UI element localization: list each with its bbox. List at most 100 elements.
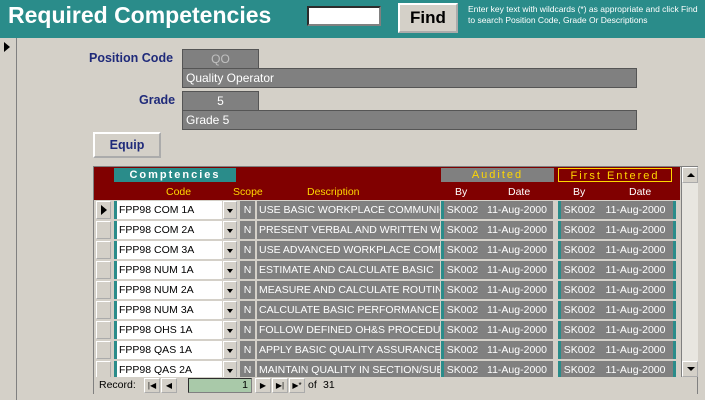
first-entered-by-cell: SK002 bbox=[558, 261, 598, 279]
dropdown-arrow-icon[interactable] bbox=[223, 301, 237, 319]
row-selector[interactable] bbox=[96, 201, 111, 219]
audited-date-cell: 11-Aug-2000 bbox=[481, 281, 553, 299]
audited-date-cell: 11-Aug-2000 bbox=[481, 221, 553, 239]
record-label: Record: bbox=[99, 379, 136, 391]
first-entered-group-header: First Entered bbox=[558, 168, 672, 182]
scope-cell: N bbox=[240, 241, 255, 259]
equip-button[interactable]: Equip bbox=[93, 132, 161, 158]
audited-by-cell: SK002 bbox=[441, 281, 481, 299]
scroll-down-icon[interactable] bbox=[682, 361, 698, 377]
audited-group-header: Audited bbox=[441, 168, 554, 182]
row-selector[interactable] bbox=[96, 321, 111, 339]
scope-cell: N bbox=[240, 221, 255, 239]
code-combo[interactable]: FPP98 COM 2A bbox=[114, 221, 222, 239]
page-title: Required Competencies bbox=[8, 2, 272, 28]
row-selector[interactable] bbox=[96, 241, 111, 259]
record-number-input[interactable]: 1 bbox=[188, 378, 252, 393]
code-combo[interactable]: FPP98 OHS 1A bbox=[114, 321, 222, 339]
row-selector[interactable] bbox=[96, 221, 111, 239]
description-cell: PRESENT VERBAL AND WRITTEN WORK bbox=[257, 221, 440, 239]
description-cell: FOLLOW DEFINED OH&S PROCEDURES bbox=[257, 321, 440, 339]
audited-by-cell: SK002 bbox=[441, 221, 481, 239]
table-row[interactable]: FPP98 NUM 1A N ESTIMATE AND CALCULATE BASI… bbox=[94, 260, 680, 280]
record-total: 31 bbox=[323, 379, 335, 391]
competencies-subform: Comptencies Audited First Entered Code S… bbox=[93, 166, 698, 394]
col-audited-date-header: Date bbox=[508, 186, 531, 198]
dropdown-arrow-icon[interactable] bbox=[223, 321, 237, 339]
scope-cell: N bbox=[240, 261, 255, 279]
audited-date-cell: 11-Aug-2000 bbox=[481, 321, 553, 339]
first-entered-date-cell: 11-Aug-2000 bbox=[598, 321, 676, 339]
first-entered-date-cell: 11-Aug-2000 bbox=[598, 201, 676, 219]
audited-by-cell: SK002 bbox=[441, 201, 481, 219]
description-cell: USE BASIC WORKPLACE COMMUNICATION bbox=[257, 201, 440, 219]
first-entered-date-cell: 11-Aug-2000 bbox=[598, 301, 676, 319]
dropdown-arrow-icon[interactable] bbox=[223, 281, 237, 299]
audited-by-cell: SK002 bbox=[441, 241, 481, 259]
position-code-label: Position Code bbox=[89, 51, 174, 65]
dropdown-arrow-icon[interactable] bbox=[223, 261, 237, 279]
vertical-scrollbar[interactable] bbox=[681, 167, 698, 377]
col-audited-by-header: By bbox=[455, 186, 468, 198]
description-cell: CALCULATE BASIC PERFORMANCE bbox=[257, 301, 440, 319]
record-selector-icon bbox=[4, 42, 10, 52]
first-entered-by-cell: SK002 bbox=[558, 241, 598, 259]
position-name-field[interactable]: Quality Operator bbox=[182, 68, 637, 88]
col-first-by-header: By bbox=[573, 186, 586, 198]
nav-prev-icon[interactable]: ◀ bbox=[161, 378, 177, 393]
scope-cell: N bbox=[240, 281, 255, 299]
table-row[interactable]: FPP98 COM 2A N PRESENT VERBAL AND WRITTEN … bbox=[94, 220, 680, 240]
code-combo[interactable]: FPP98 COM 3A bbox=[114, 241, 222, 259]
code-combo[interactable]: FPP98 NUM 2A bbox=[114, 281, 222, 299]
code-combo[interactable]: FPP98 NUM 1A bbox=[114, 261, 222, 279]
first-entered-date-cell: 11-Aug-2000 bbox=[598, 241, 676, 259]
code-combo[interactable]: FPP98 COM 1A bbox=[114, 201, 222, 219]
dropdown-arrow-icon[interactable] bbox=[223, 201, 237, 219]
audited-by-cell: SK002 bbox=[441, 341, 481, 359]
row-selector[interactable] bbox=[96, 261, 111, 279]
audited-date-cell: 11-Aug-2000 bbox=[481, 201, 553, 219]
description-cell: USE ADVANCED WORKPLACE COMMUNICATION bbox=[257, 241, 440, 259]
scope-cell: N bbox=[240, 341, 255, 359]
grade-name-field[interactable]: Grade 5 bbox=[182, 110, 637, 130]
find-button[interactable]: Find bbox=[398, 3, 458, 33]
nav-first-icon[interactable]: |◀ bbox=[144, 378, 160, 393]
audited-by-cell: SK002 bbox=[441, 261, 481, 279]
search-input[interactable] bbox=[307, 6, 381, 26]
row-selector[interactable] bbox=[96, 281, 111, 299]
grid-header: Comptencies Audited First Entered Code S… bbox=[94, 167, 680, 200]
nav-new-icon[interactable]: ▶* bbox=[289, 378, 305, 393]
audited-by-cell: SK002 bbox=[441, 301, 481, 319]
table-row[interactable]: FPP98 COM 1A N USE BASIC WORKPLACE COMMUNI… bbox=[94, 200, 680, 220]
dropdown-arrow-icon[interactable] bbox=[223, 341, 237, 359]
first-entered-by-cell: SK002 bbox=[558, 341, 598, 359]
col-first-date-header: Date bbox=[629, 186, 652, 198]
row-selector[interactable] bbox=[96, 341, 111, 359]
record-of-label: of bbox=[308, 379, 317, 391]
table-row[interactable]: FPP98 NUM 2A N MEASURE AND CALCULATE ROUTI… bbox=[94, 280, 680, 300]
header-bar: Required Competencies Find Enter key tex… bbox=[0, 0, 705, 38]
table-row[interactable]: FPP98 OHS 1A N FOLLOW DEFINED OH&S PROCEDU… bbox=[94, 320, 680, 340]
code-combo[interactable]: FPP98 NUM 3A bbox=[114, 301, 222, 319]
scope-cell: N bbox=[240, 321, 255, 339]
dropdown-arrow-icon[interactable] bbox=[223, 241, 237, 259]
table-row[interactable]: FPP98 QAS 1A N APPLY BASIC QUALITY ASSURAN… bbox=[94, 340, 680, 360]
scroll-up-icon[interactable] bbox=[682, 167, 698, 183]
dropdown-arrow-icon[interactable] bbox=[223, 221, 237, 239]
nav-next-icon[interactable]: ▶ bbox=[255, 378, 271, 393]
description-cell: MEASURE AND CALCULATE ROUTINE bbox=[257, 281, 440, 299]
table-row[interactable]: FPP98 COM 3A NUSE ADVANCED WORKPLACE COMM… bbox=[94, 240, 680, 260]
row-selector[interactable] bbox=[96, 301, 111, 319]
first-entered-by-cell: SK002 bbox=[558, 281, 598, 299]
first-entered-date-cell: 11-Aug-2000 bbox=[598, 281, 676, 299]
grade-field[interactable]: 5 bbox=[182, 91, 259, 111]
nav-last-icon[interactable]: ▶| bbox=[272, 378, 288, 393]
position-code-field[interactable]: QO bbox=[182, 49, 259, 69]
audited-date-cell: 11-Aug-2000 bbox=[481, 341, 553, 359]
table-row[interactable]: FPP98 NUM 3A N CALCULATE BASIC PERFORMANCE… bbox=[94, 300, 680, 320]
record-navigator: Record: |◀ ◀ 1 ▶ ▶| ▶* of 31 bbox=[94, 377, 697, 394]
audited-date-cell: 11-Aug-2000 bbox=[481, 261, 553, 279]
code-combo[interactable]: FPP98 QAS 1A bbox=[114, 341, 222, 359]
first-entered-date-cell: 11-Aug-2000 bbox=[598, 221, 676, 239]
form-record-selector[interactable] bbox=[0, 38, 17, 400]
